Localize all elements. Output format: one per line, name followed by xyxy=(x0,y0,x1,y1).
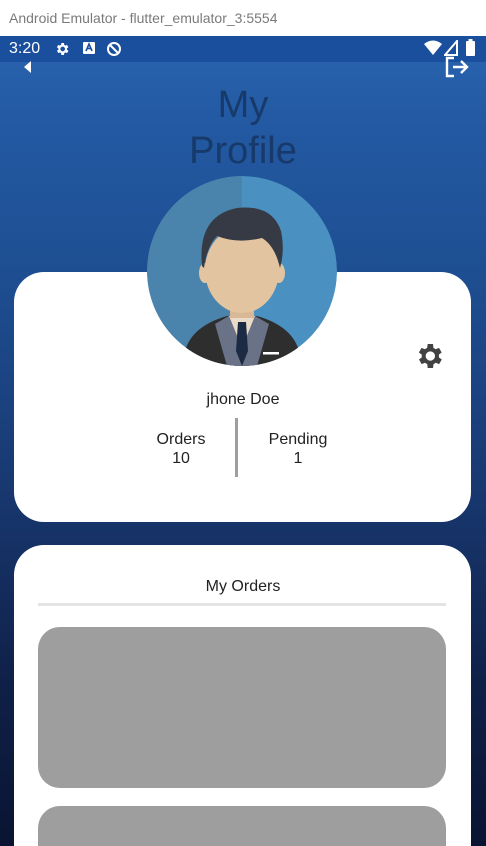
page-title: My Profile xyxy=(143,82,343,174)
avatar xyxy=(147,176,337,366)
orders-stat[interactable]: Orders 10 xyxy=(121,430,241,468)
wifi-icon xyxy=(424,40,442,61)
app-screen: 3:20 My Profile jhone Doe Orders 10 Pend… xyxy=(0,36,486,846)
settings-icon xyxy=(54,41,70,62)
user-name: jhone Doe xyxy=(206,391,280,408)
orders-stat-value: 10 xyxy=(172,450,190,467)
gear-icon[interactable] xyxy=(413,340,445,377)
orders-stat-label: Orders xyxy=(156,431,206,448)
order-list-item[interactable] xyxy=(38,806,446,846)
status-time: 3:20 xyxy=(9,40,41,57)
keyboard-icon xyxy=(82,41,96,60)
page-title-line-2: Profile xyxy=(189,130,297,172)
pending-stat-value: 1 xyxy=(293,450,303,467)
pending-stat-label: Pending xyxy=(268,431,328,448)
status-bar: 3:20 xyxy=(0,36,486,62)
window-title: Android Emulator - flutter_emulator_3:55… xyxy=(0,0,486,36)
data-saver-icon xyxy=(106,41,122,62)
orders-divider xyxy=(38,603,446,606)
pending-stat[interactable]: Pending 1 xyxy=(238,430,358,468)
page-title-line-1: My xyxy=(217,84,269,126)
order-list-item[interactable] xyxy=(38,627,446,788)
orders-title: My Orders xyxy=(205,578,281,595)
back-arrow-icon[interactable] xyxy=(22,60,34,79)
logout-icon[interactable] xyxy=(444,56,470,83)
